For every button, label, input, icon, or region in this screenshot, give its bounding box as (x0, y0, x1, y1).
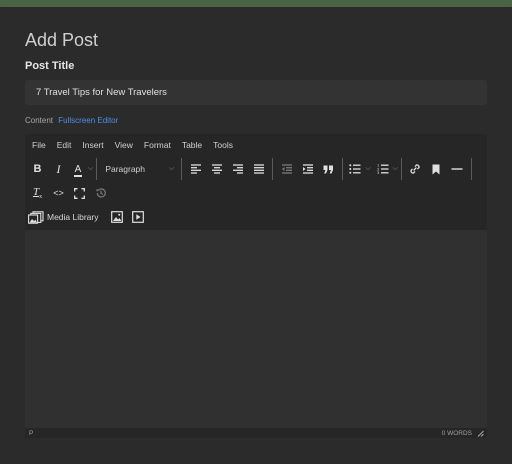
fullscreen-button[interactable] (69, 183, 90, 203)
editor-statusbar: P 0 WORDS (25, 428, 487, 438)
toolbar-row-1: B I A ⌵ Paragraph ⌵ ⌵ 1 2 3 ⌵ (27, 157, 475, 181)
align-center-icon (211, 164, 222, 174)
insert-media-button[interactable] (128, 207, 149, 227)
fullscreen-icon (74, 187, 85, 199)
editor-menubar: File Edit Insert View Format Table Tools (25, 134, 487, 156)
content-label-row: Content Fullscreen Editor (25, 116, 118, 125)
clear-formatting-button[interactable]: Tx (27, 183, 48, 203)
blockquote-button[interactable] (318, 159, 339, 179)
align-center-button[interactable] (206, 159, 227, 179)
italic-button[interactable]: I (48, 159, 69, 179)
toolbar-separator (342, 158, 344, 180)
toolbar-separator (96, 158, 98, 180)
top-strip (0, 0, 512, 7)
editor-content-area[interactable] (25, 230, 487, 428)
horizontal-rule-button[interactable] (447, 159, 468, 179)
horizontal-rule-icon (451, 168, 463, 170)
video-icon (132, 211, 144, 223)
post-title-label: Post Title (25, 60, 75, 72)
menu-edit[interactable]: Edit (57, 140, 72, 150)
link-icon (410, 164, 421, 174)
bookmark-button[interactable] (426, 159, 447, 179)
text-color-caret-icon[interactable]: ⌵ (88, 165, 93, 173)
align-left-button[interactable] (185, 159, 206, 179)
svg-text:3: 3 (377, 171, 379, 174)
indent-icon (302, 164, 313, 174)
quote-icon (323, 165, 334, 173)
media-library-icon (28, 210, 44, 224)
media-library-label: Media Library (47, 212, 99, 222)
text-color-button[interactable]: A (69, 159, 87, 179)
block-format-select[interactable]: Paragraph ⌵ (100, 159, 178, 179)
indent-button[interactable] (297, 159, 318, 179)
clear-formatting-icon: Tx (32, 185, 43, 201)
text-color-icon: A (73, 163, 83, 177)
word-count: 0 WORDS (441, 429, 472, 437)
menu-insert[interactable]: Insert (82, 140, 103, 150)
menu-file[interactable]: File (32, 140, 46, 150)
toolbar-row-2: Tx <> (27, 181, 111, 205)
outdent-icon (281, 164, 292, 174)
post-title-input[interactable] (25, 80, 487, 105)
bullet-list-icon (349, 164, 361, 174)
bookmark-icon (432, 164, 440, 174)
menu-format[interactable]: Format (144, 140, 171, 150)
media-library-button[interactable]: Media Library (28, 210, 99, 224)
toolbar-separator (470, 158, 472, 180)
justify-button[interactable] (248, 159, 269, 179)
bullet-list-caret-icon[interactable]: ⌵ (365, 165, 370, 173)
menu-tools[interactable]: Tools (213, 140, 233, 150)
source-code-button[interactable]: <> (48, 183, 69, 203)
resize-handle-icon[interactable] (477, 430, 484, 437)
fullscreen-editor-link[interactable]: Fullscreen Editor (58, 116, 118, 125)
justify-icon (253, 164, 264, 174)
content-label: Content (25, 116, 54, 125)
history-icon (96, 188, 106, 198)
bold-button[interactable]: B (27, 159, 48, 179)
chevron-down-icon: ⌵ (169, 165, 175, 172)
block-format-value: Paragraph (105, 164, 146, 174)
statusbar-right: 0 WORDS (442, 430, 484, 437)
toolbar-separator (181, 158, 183, 180)
insert-link-button[interactable] (405, 159, 426, 179)
restore-draft-button[interactable] (90, 183, 111, 203)
bullet-list-button[interactable] (346, 159, 364, 179)
code-icon: <> (53, 188, 64, 198)
page-title: Add Post (25, 30, 99, 50)
toolbar-separator (272, 158, 274, 180)
numbered-list-icon: 123 (377, 164, 389, 174)
numbered-list-caret-icon[interactable]: ⌵ (393, 165, 398, 173)
align-left-icon (190, 164, 201, 174)
image-icon (111, 211, 123, 223)
menu-view[interactable]: View (115, 140, 133, 150)
menu-table[interactable]: Table (182, 140, 202, 150)
numbered-list-button[interactable]: 123 (374, 159, 392, 179)
text-color-letter: A (74, 163, 82, 175)
rich-text-editor: File Edit Insert View Format Table Tools… (25, 134, 487, 438)
align-right-button[interactable] (227, 159, 248, 179)
toolbar-row-3: Media Library (28, 205, 149, 229)
insert-image-button[interactable] (107, 207, 128, 227)
align-right-icon (232, 164, 243, 174)
italic-icon: I (56, 161, 61, 176)
toolbar-separator (400, 158, 402, 180)
text-color-underline (73, 175, 83, 177)
element-path[interactable]: P (29, 430, 33, 437)
outdent-button[interactable] (276, 159, 297, 179)
bold-icon: B (33, 163, 42, 175)
